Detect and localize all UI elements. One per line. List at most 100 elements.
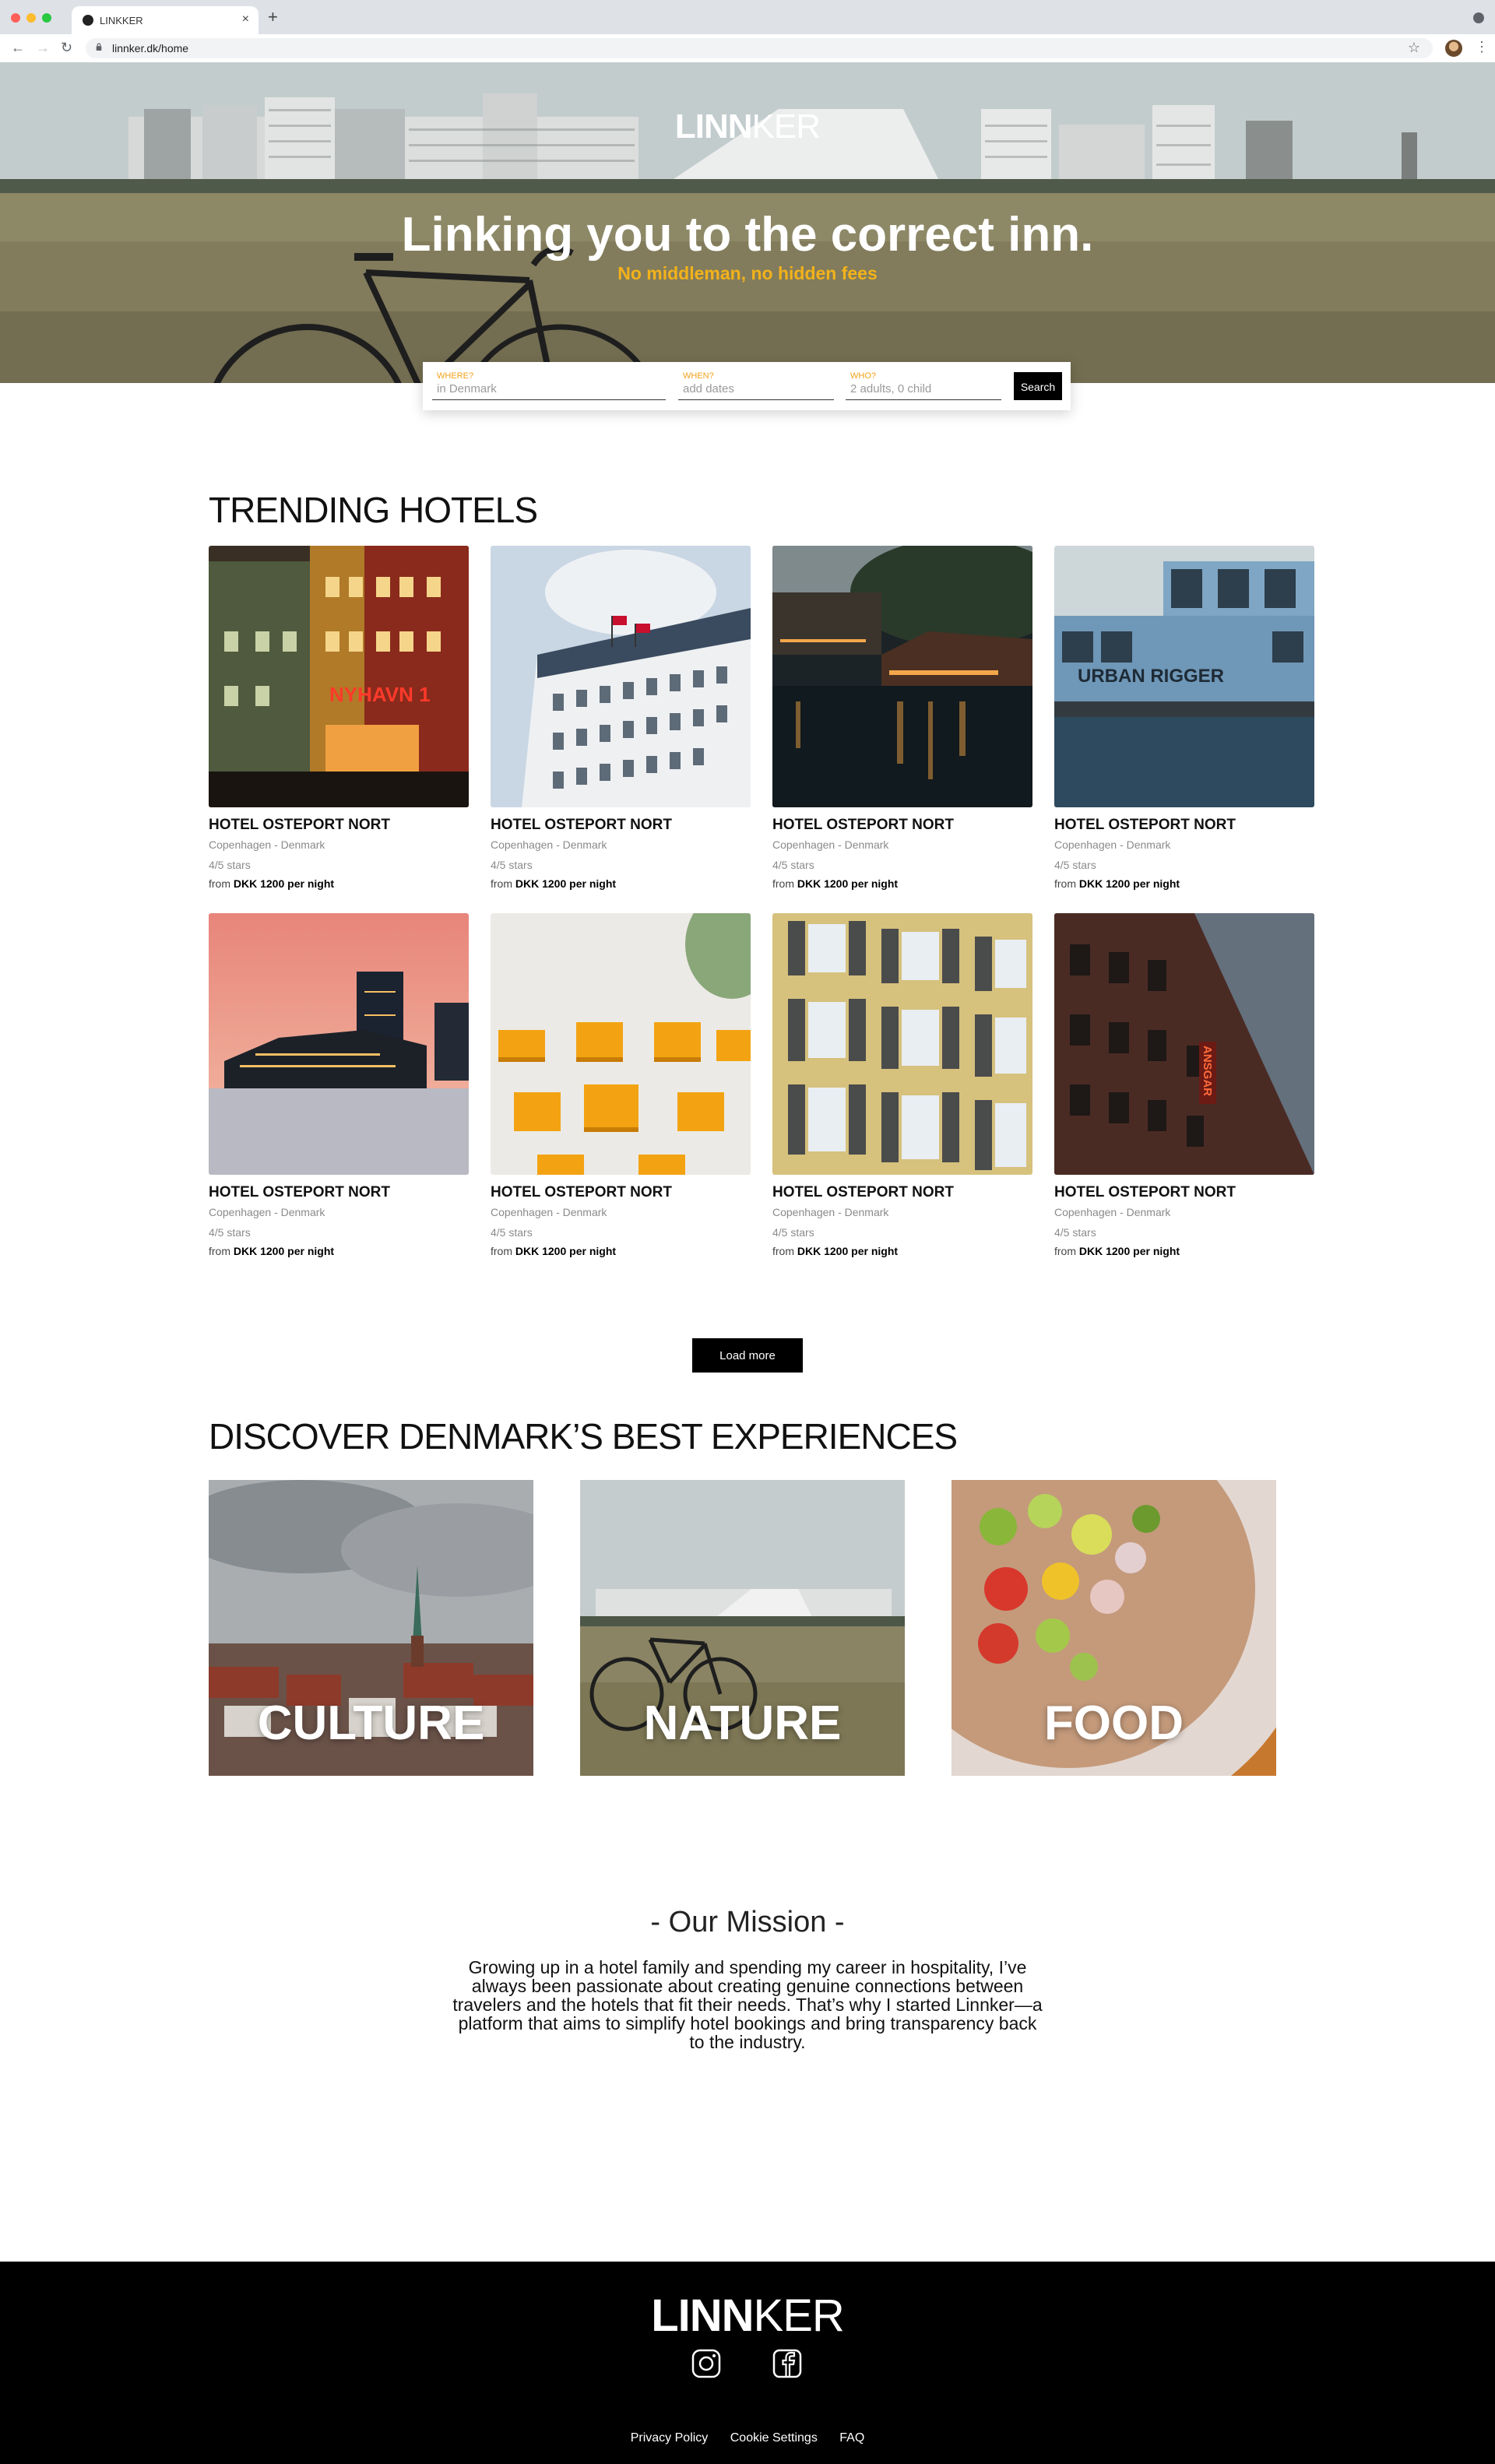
when-field[interactable]: WHEN? add dates (678, 370, 834, 400)
hotel-location: Copenhagen - Denmark (491, 838, 607, 851)
footer-links: Privacy Policy Cookie Settings FAQ (0, 2431, 1495, 2445)
hotel-price: from DKK 1200 per night (209, 1245, 335, 1257)
who-field[interactable]: WHO? 2 adults, 0 child (846, 370, 1001, 400)
experiences-title: DISCOVER DENMARK’S BEST EXPERIENCES (209, 1416, 958, 1457)
hotel-location: Copenhagen - Denmark (209, 838, 325, 851)
hotel-image[interactable] (491, 913, 751, 1175)
hotel-image[interactable]: ANSGAR (1054, 913, 1314, 1175)
hotel-name[interactable]: HOTEL OSTEPORT NORT (772, 817, 1032, 834)
facebook-icon[interactable] (771, 2347, 804, 2380)
experience-label: NATURE (643, 1696, 842, 1750)
hotel-card[interactable]: NYHAVN 1 HOTEL OSTEPORT NORT Copenhagen … (209, 546, 469, 890)
hotel-price: from DKK 1200 per night (1054, 877, 1180, 890)
hotel-image[interactable] (491, 546, 751, 807)
hotel-card[interactable]: HOTEL OSTEPORT NORT Copenhagen - Denmark… (491, 546, 751, 890)
hotel-card[interactable]: ANSGAR HOTEL OSTEPORT NORT Copenhagen - … (1054, 913, 1314, 1257)
load-more-button[interactable]: Load more (692, 1338, 803, 1373)
hotel-name[interactable]: HOTEL OSTEPORT NORT (1054, 1184, 1314, 1201)
experience-card-culture[interactable]: CULTURE (209, 1480, 533, 1776)
instagram-icon[interactable] (690, 2347, 723, 2380)
hotel-card[interactable]: HOTEL OSTEPORT NORT Copenhagen - Denmark… (772, 913, 1032, 1257)
hotel-name[interactable]: HOTEL OSTEPORT NORT (209, 817, 469, 834)
hotel-location: Copenhagen - Denmark (772, 1206, 889, 1218)
mission-title: - Our Mission - (650, 1906, 845, 1939)
hotel-rating: 4/5 stars (491, 859, 533, 871)
hotel-image[interactable]: NYHAVN 1 (209, 546, 469, 807)
trending-hotels-title: TRENDING HOTELS (209, 490, 538, 530)
close-window-button[interactable] (11, 13, 20, 23)
hotel-image[interactable] (209, 913, 469, 1175)
hotel-rating: 4/5 stars (1054, 1226, 1096, 1239)
profile-avatar[interactable] (1445, 40, 1462, 57)
mission-text: Growing up in a hotel family and spendin… (452, 1957, 1043, 2052)
close-tab-icon[interactable]: × (242, 12, 249, 26)
hotel-price: from DKK 1200 per night (772, 1245, 899, 1257)
hotel-price: from DKK 1200 per night (772, 877, 899, 890)
footer: LINNKER Privacy Policy Cookie Settings F… (0, 2262, 1495, 2464)
hotel-name[interactable]: HOTEL OSTEPORT NORT (491, 1184, 751, 1201)
hotel-rating: 4/5 stars (772, 859, 814, 871)
new-tab-icon[interactable]: + (268, 8, 278, 26)
where-label: WHERE? (437, 371, 474, 381)
hotel-image[interactable]: URBAN RIGGER (1054, 546, 1314, 807)
search-button[interactable]: Search (1014, 372, 1062, 400)
hotel-location: Copenhagen - Denmark (209, 1206, 325, 1218)
hotel-image[interactable] (772, 913, 1032, 1175)
hotel-card[interactable]: HOTEL OSTEPORT NORT Copenhagen - Denmark… (491, 913, 751, 1257)
hotel-price: from DKK 1200 per night (491, 1245, 617, 1257)
cookie-settings-link[interactable]: Cookie Settings (730, 2431, 818, 2445)
experience-card-food[interactable]: FOOD (952, 1480, 1276, 1776)
back-arrow-icon[interactable]: ← (11, 40, 25, 55)
tab-title: LINKKER (100, 15, 143, 26)
reload-icon[interactable]: ↻ (61, 40, 72, 55)
who-input[interactable]: 2 adults, 0 child (850, 382, 931, 395)
hero-banner: LINNKER Linking you to the correct inn. … (0, 62, 1495, 383)
hotel-location: Copenhagen - Denmark (1054, 1206, 1171, 1218)
hotel-sign-text: ANSGAR (1201, 1046, 1214, 1096)
browser-tab[interactable]: LINKKER × (72, 6, 259, 34)
hero-title: Linking you to the correct inn. (401, 208, 1094, 262)
hotel-location: Copenhagen - Denmark (1054, 838, 1171, 851)
hotel-card[interactable]: HOTEL OSTEPORT NORT Copenhagen - Denmark… (772, 546, 1032, 890)
when-input[interactable]: add dates (683, 382, 734, 395)
maximize-window-button[interactable] (42, 13, 51, 23)
hotel-name[interactable]: HOTEL OSTEPORT NORT (491, 817, 751, 834)
hotel-card[interactable]: HOTEL OSTEPORT NORT Copenhagen - Denmark… (209, 913, 469, 1257)
hotel-name[interactable]: HOTEL OSTEPORT NORT (772, 1184, 1032, 1201)
hotel-rating: 4/5 stars (491, 1226, 533, 1239)
address-bar[interactable]: linnker.dk/home ☆ (86, 38, 1433, 58)
hotel-sign-text: URBAN RIGGER (1078, 666, 1224, 687)
hotel-rating: 4/5 stars (209, 859, 251, 871)
hotel-name[interactable]: HOTEL OSTEPORT NORT (1054, 817, 1314, 834)
hotel-rating: 4/5 stars (772, 1226, 814, 1239)
hotel-price: from DKK 1200 per night (491, 877, 617, 890)
bookmark-star-icon[interactable]: ☆ (1408, 40, 1420, 56)
browser-tab-bar: LINKKER × + (0, 0, 1495, 34)
minimize-window-button[interactable] (26, 13, 36, 23)
experience-card-nature[interactable]: NATURE (580, 1480, 905, 1776)
lock-icon (96, 43, 102, 51)
hotel-name[interactable]: HOTEL OSTEPORT NORT (209, 1184, 469, 1201)
hotel-price: from DKK 1200 per night (209, 877, 335, 890)
hotel-location: Copenhagen - Denmark (491, 1206, 607, 1218)
faq-link[interactable]: FAQ (839, 2431, 864, 2445)
tab-search-icon[interactable] (1473, 12, 1484, 23)
experience-label: FOOD (1043, 1696, 1184, 1750)
footer-logo[interactable]: LINNKER (0, 2290, 1495, 2342)
where-input[interactable]: in Denmark (437, 382, 497, 395)
hotel-image[interactable] (772, 546, 1032, 807)
browser-toolbar: ← → ↻ linnker.dk/home ☆ ⋮ (0, 34, 1495, 63)
hero-logo[interactable]: LINNKER (0, 107, 1495, 146)
hotel-sign-text: NYHAVN 1 (329, 683, 431, 706)
browser-menu-icon[interactable]: ⋮ (1475, 39, 1489, 55)
hotel-card[interactable]: URBAN RIGGER HOTEL OSTEPORT NORT Copenha… (1054, 546, 1314, 890)
url-text: linnker.dk/home (112, 42, 189, 54)
hotel-location: Copenhagen - Denmark (772, 838, 889, 851)
hero-subtitle: No middleman, no hidden fees (617, 263, 878, 283)
privacy-policy-link[interactable]: Privacy Policy (631, 2431, 709, 2445)
forward-arrow-icon[interactable]: → (36, 40, 50, 55)
where-field[interactable]: WHERE? in Denmark (432, 370, 666, 400)
when-label: WHEN? (683, 371, 714, 381)
hotel-rating: 4/5 stars (209, 1226, 251, 1239)
who-label: WHO? (850, 371, 876, 381)
